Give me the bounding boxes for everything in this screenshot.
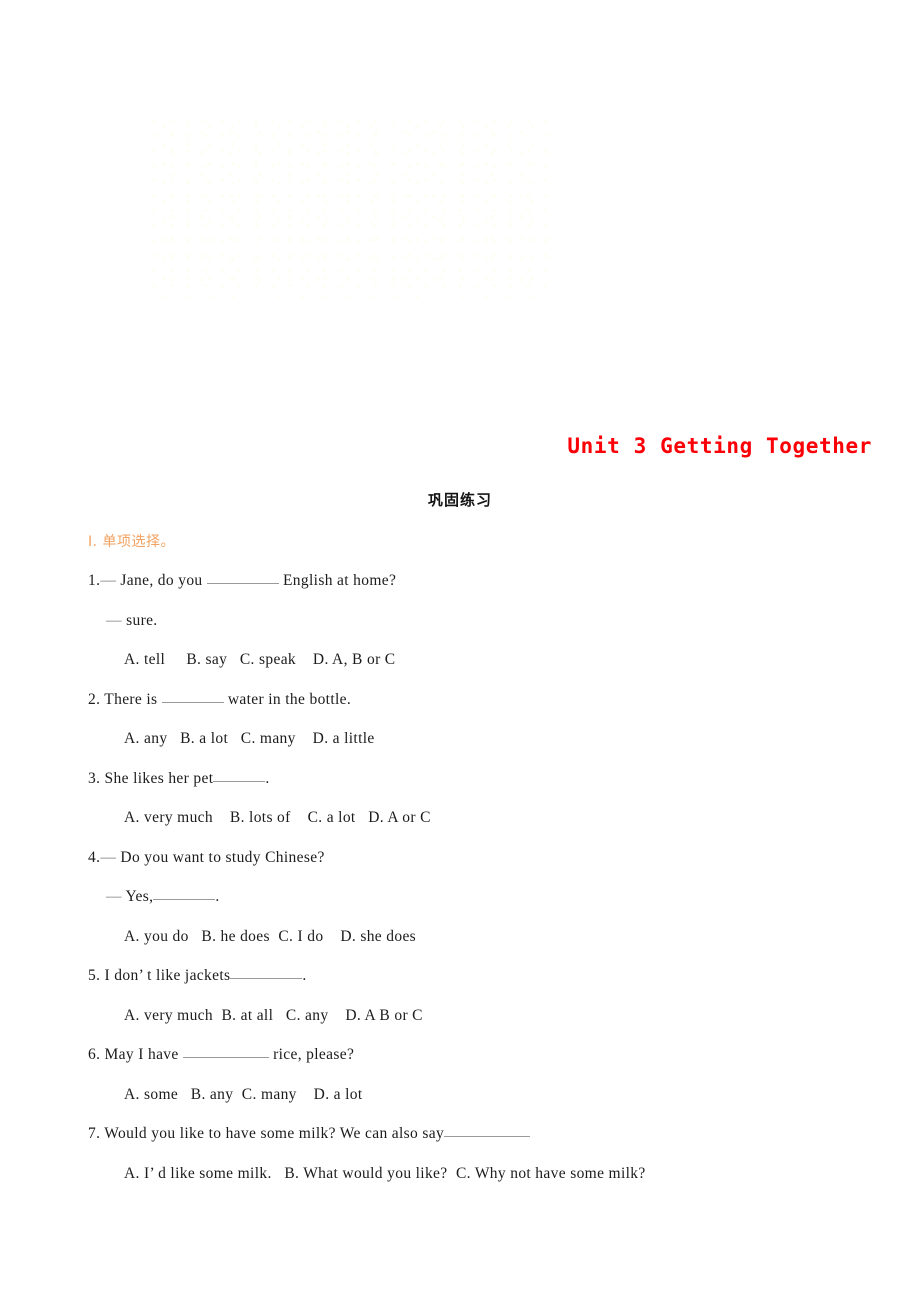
watermark (150, 118, 550, 298)
question-4-number: 4. (88, 848, 101, 866)
exercise-body: Ⅰ. 单项选择。 1.— Jane, do you English at hom… (88, 528, 878, 1200)
question-6-number: 6. (88, 1046, 101, 1063)
section-heading-multiple-choice: Ⅰ. 单项选择。 (88, 534, 176, 550)
question-4-reply: — Yes,. (88, 884, 878, 924)
question-1-number: 1. (88, 572, 101, 589)
question-1-reply-text: sure. (121, 611, 158, 629)
question-7-number: 7. (88, 1125, 101, 1142)
question-4-reply-dash: — (106, 888, 122, 905)
question-6-stem-before: May I have (100, 1046, 183, 1063)
question-1-stem-after: English at home? (278, 572, 397, 589)
question-3-stem: 3. She likes her pet. (88, 766, 878, 806)
question-6-blank[interactable] (182, 1044, 269, 1058)
question-3-number: 3. (88, 769, 101, 787)
question-6-options[interactable]: A. some B. any C. many D. a lot (88, 1082, 878, 1122)
question-4-blank[interactable] (153, 886, 216, 900)
question-4-reply-before: Yes, (121, 888, 154, 905)
question-2-blank[interactable] (161, 689, 224, 703)
question-1-dash: — (100, 572, 117, 589)
question-2-stem-after: water in the bottle. (223, 690, 352, 708)
question-3-blank[interactable] (213, 768, 266, 782)
question-7-stem-before: Would you like to have some milk? We can… (100, 1125, 445, 1142)
question-6-stem-after: rice, please? (268, 1046, 355, 1063)
watermark-pattern (150, 118, 550, 298)
question-1-blank[interactable] (206, 570, 279, 584)
page-subtitle: 巩固练习 (427, 491, 492, 509)
question-4-reply-after: . (215, 888, 220, 905)
question-7-options[interactable]: A. I’ d like some milk. B. What would yo… (88, 1161, 878, 1201)
question-3-stem-after: . (265, 769, 270, 787)
question-2-stem-before: There is (100, 690, 162, 708)
question-4-options[interactable]: A. you do B. he does C. I do D. she does (88, 924, 878, 964)
question-7-stem: 7. Would you like to have some milk? We … (88, 1121, 878, 1161)
question-5-blank[interactable] (230, 965, 303, 979)
question-4-dash: — (100, 848, 117, 866)
question-3-stem-before: She likes her pet (100, 769, 214, 787)
question-4-stem: 4.— Do you want to study Chinese? (88, 845, 878, 885)
page-title: Unit 3 Getting Together (567, 434, 872, 458)
question-5-stem-after: . (302, 967, 307, 984)
question-1-reply-dash: — (106, 611, 122, 629)
question-1-stem-before: Jane, do you (116, 572, 207, 589)
question-5-options[interactable]: A. very much B. at all C. any D. A B or … (88, 1003, 878, 1043)
question-6-stem: 6. May I have rice, please? (88, 1042, 878, 1082)
question-1-stem: 1.— Jane, do you English at home? (88, 568, 878, 608)
question-3-options[interactable]: A. very much B. lots of C. a lot D. A or… (88, 805, 878, 845)
question-5-stem-before: I don’ t like jackets (100, 967, 231, 984)
question-2-stem: 2. There is water in the bottle. (88, 687, 878, 727)
question-2-number: 2. (88, 690, 101, 708)
question-1-options[interactable]: A. tell B. say C. speak D. A, B or C (88, 647, 878, 687)
question-5-stem: 5. I don’ t like jackets. (88, 963, 878, 1003)
question-7-blank[interactable] (444, 1123, 531, 1137)
question-1-reply: — sure. (88, 608, 878, 648)
question-5-number: 5. (88, 967, 101, 984)
document-page: Unit 3 Getting Together 巩固练习 Ⅰ. 单项选择。 1.… (0, 0, 920, 1302)
question-4-stem-before: Do you want to study Chinese? (116, 848, 325, 866)
question-2-options[interactable]: A. any B. a lot C. many D. a little (88, 726, 878, 766)
